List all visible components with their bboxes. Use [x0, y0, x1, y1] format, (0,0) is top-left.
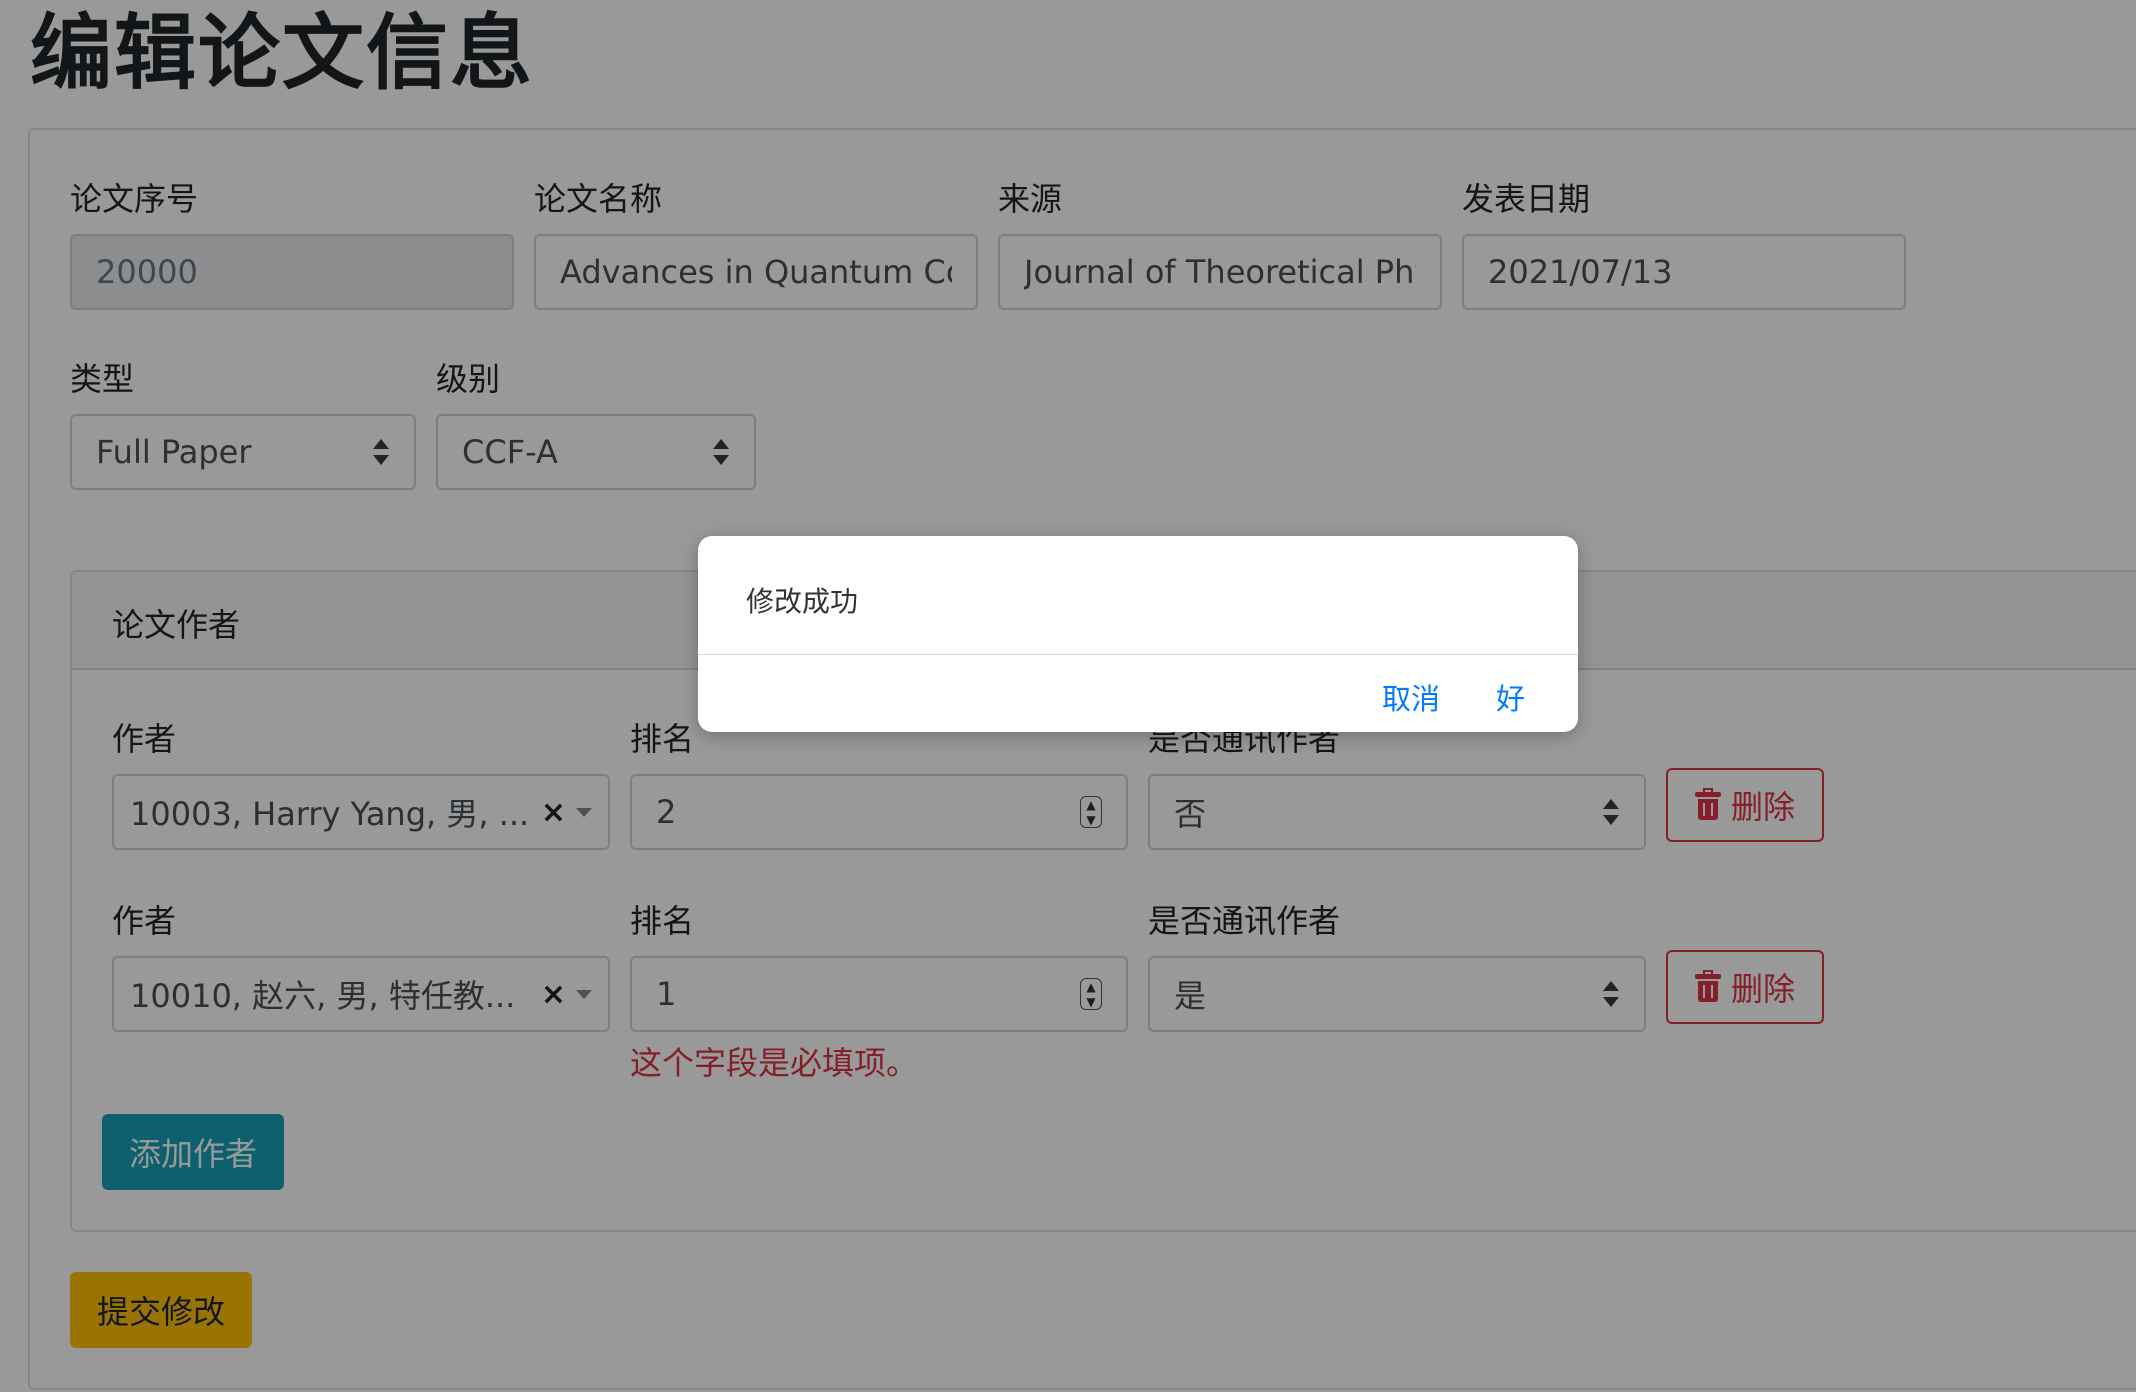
- dialog-cancel-button[interactable]: 取消: [1382, 676, 1440, 718]
- alert-dialog: 修改成功 取消 好: [698, 536, 1578, 732]
- page: 编辑论文信息 论文序号 20000 论文名称 Advances in Quant…: [0, 0, 2136, 1392]
- dialog-divider: [698, 654, 1578, 655]
- dialog-ok-button[interactable]: 好: [1496, 676, 1525, 718]
- dialog-message: 修改成功: [746, 585, 859, 618]
